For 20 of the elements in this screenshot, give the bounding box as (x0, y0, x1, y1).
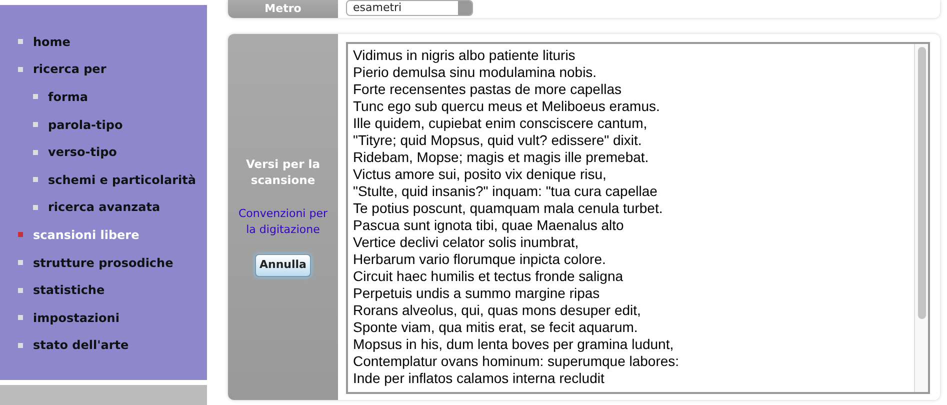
sidebar-item[interactable]: statistiche (18, 276, 207, 304)
sidebar-item[interactable]: schemi e particolarità (33, 166, 207, 194)
sidebar-item[interactable]: forma (33, 83, 207, 111)
sidebar-item[interactable]: stato dell'arte (18, 332, 207, 360)
sidebar-item[interactable]: ricerca per (18, 56, 207, 84)
cancel-button[interactable]: Annulla (254, 254, 312, 277)
metro-select[interactable]: esametri (346, 0, 473, 16)
scrollbar-thumb[interactable] (918, 47, 926, 319)
sidebar-item[interactable]: strutture prosodiche (18, 248, 207, 276)
scrollbar[interactable] (914, 44, 928, 392)
sidebar-item[interactable]: verso-tipo (33, 138, 207, 166)
verses-textarea[interactable]: Vidimus in nigris albo patiente lituris Pierio demulsa sinu modulamina nobis. Forte recensentes pastas de more capellas Tunc ego sub quercu meus et Meliboeus eramus. Ille quidem, cupiebat enim consciscere cantum, "Tityre; quid Mopsus, quid vult? edissere" dixit. Ridebam, Mopse; magis et magis ille premebat. Victus amore sui, posito vix denique risu, "Stulte, quid insanis?" inquam: "tua cura capellae Te potius poscunt, quamquam mala cenula turbet. Pascua sunt ignota tibi, quae Maenalus alto Vertice declivi celator solis inumbrat, Herbarum vario florumque inpicta colore. Circuit haec humilis et tectus fronde saligna Perpetuis undis a summo margine ripas Rorans alveolus, qui, quas mons desuper edit, Sponte viam, qua mitis erat, se fecit aquarum. Mopsus in his, dum lenta boves per gramina ludunt, Contemplatur ovans hominum: superumque labores: Inde per inflatos calamos interna recludit (346, 42, 930, 394)
metro-label: Metro (228, 0, 338, 18)
conventions-link[interactable]: Convenzioni per la digitazione (234, 206, 332, 238)
sidebar-item[interactable]: home (18, 28, 207, 56)
sidebar-item[interactable]: parola-tipo (33, 110, 207, 138)
verses-label: Versi per la scansione (245, 157, 321, 188)
sidebar-item[interactable]: scansioni libere (18, 221, 207, 249)
sidebar-item[interactable]: impostazioni (18, 304, 207, 332)
sidebar-item[interactable]: ricerca avanzata (33, 194, 207, 222)
